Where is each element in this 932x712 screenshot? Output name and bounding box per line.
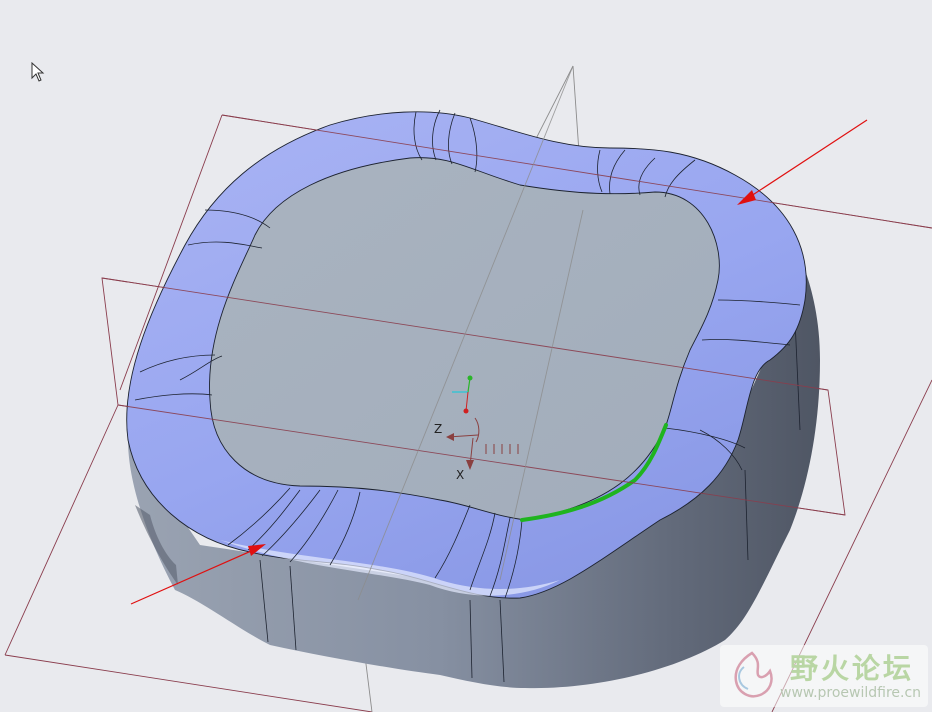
- forum-watermark: 野火论坛 www.proewildfire.cn: [720, 645, 928, 707]
- direction-arrow-top[interactable]: [737, 119, 868, 205]
- csys-z-label: Z: [434, 422, 442, 436]
- graphics-viewport[interactable]: Z X: [0, 0, 932, 712]
- watermark-url: www.proewildfire.cn: [780, 685, 922, 701]
- csys-x-label: X: [456, 468, 464, 482]
- watermark-title: 野火论坛: [790, 652, 915, 685]
- flame-logo-icon: [734, 651, 773, 698]
- arrow-pointer-icon: [31, 62, 45, 82]
